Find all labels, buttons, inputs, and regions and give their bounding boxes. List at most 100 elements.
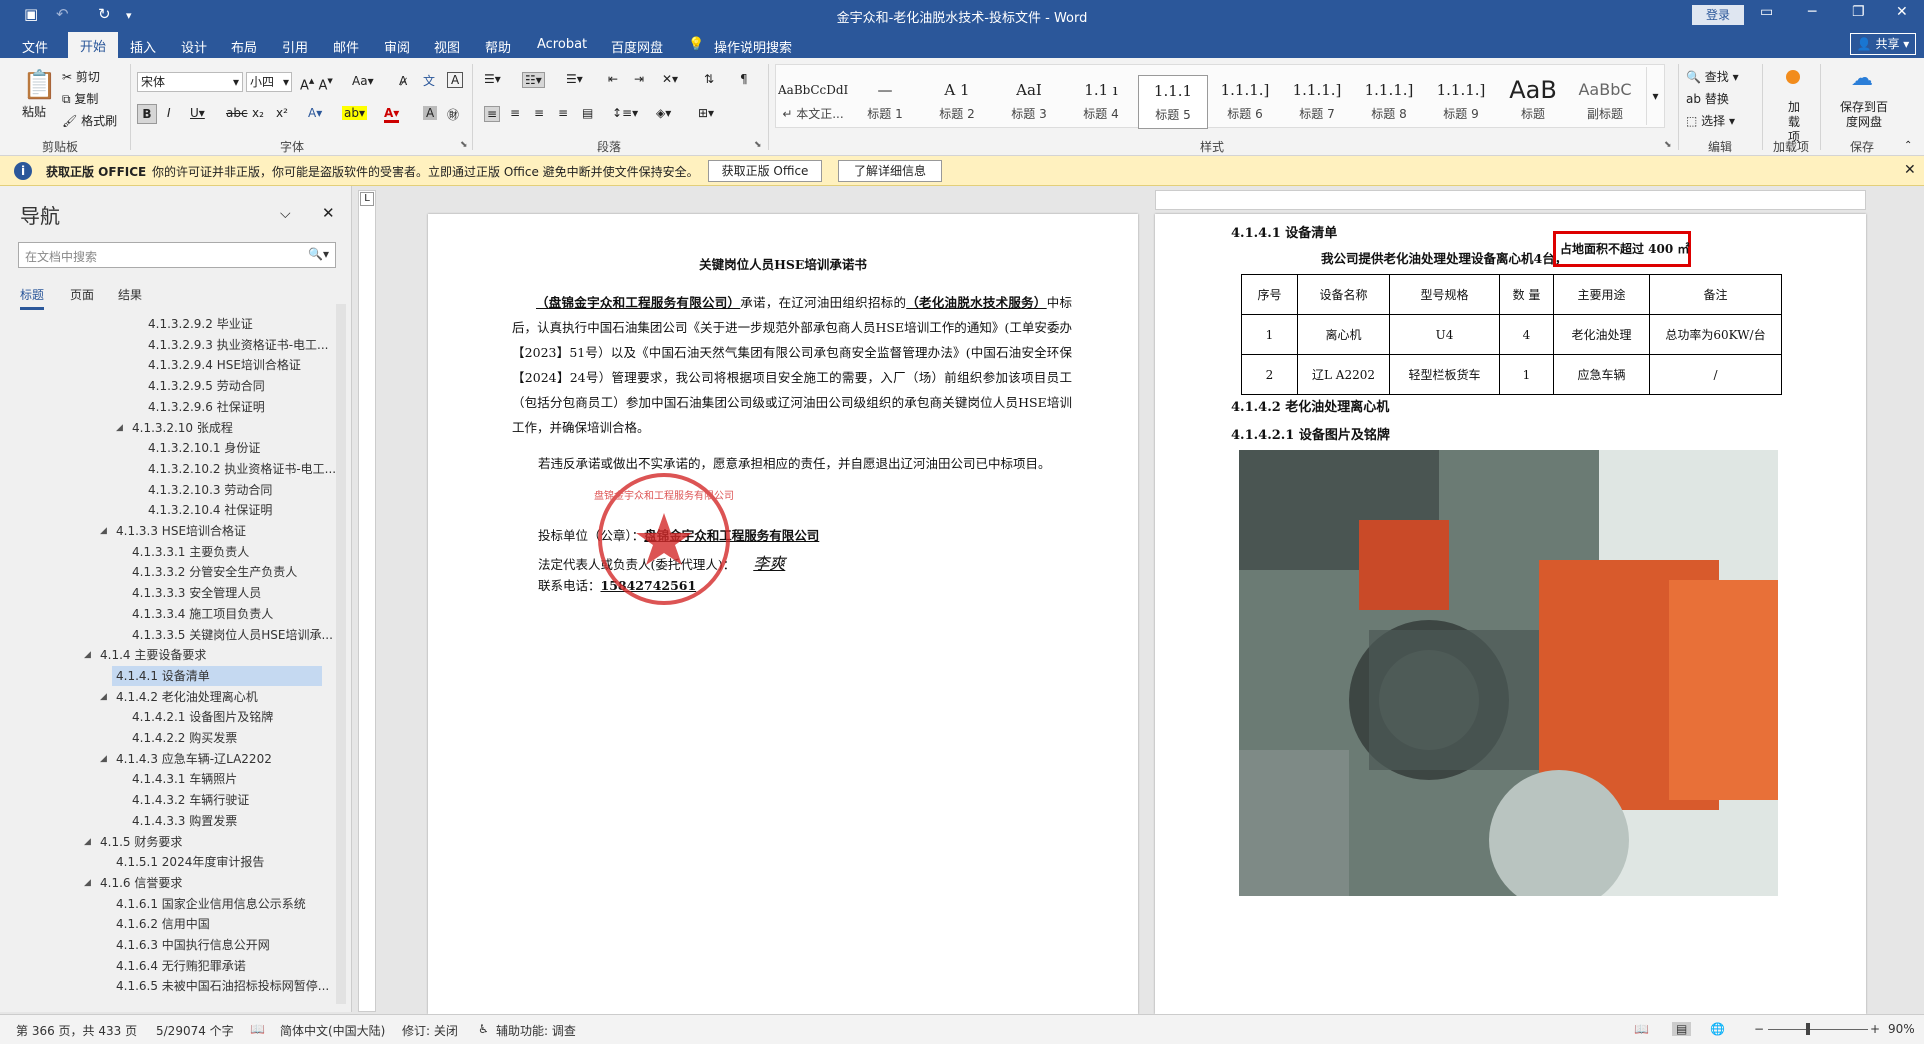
find-button[interactable]: 🔍 查找 ▾ (1686, 68, 1739, 85)
sort-icon[interactable]: ⇅ (704, 72, 714, 86)
language[interactable]: 简体中文(中国大陆) (280, 1022, 385, 1039)
nav-heading-item[interactable]: 4.1.3.3.3 安全管理人员 (132, 583, 261, 603)
nav-heading-item[interactable]: 4.1.6.4 无行贿犯罪承诺 (116, 956, 246, 976)
font-name-combo[interactable]: 宋体 ▾ (137, 72, 243, 92)
dialog-launcher-icon[interactable]: ⬊ (460, 140, 468, 150)
style-title[interactable]: AaB 标题 (1498, 75, 1568, 129)
tab-selector[interactable]: L (360, 192, 374, 206)
nav-scrollbar[interactable] (336, 304, 346, 1004)
collapse-triangle-icon[interactable]: ◢ (84, 873, 91, 893)
nav-heading-item[interactable]: ◢ 4.1.3.3 HSE培训合格证 (100, 521, 246, 541)
tab-layout[interactable]: 布局 (231, 37, 257, 56)
strikethrough-button[interactable]: abc (226, 106, 248, 120)
nav-heading-item[interactable]: 4.1.4.2.2 购买发票 (132, 728, 237, 748)
zoom-level[interactable]: 90% (1888, 1022, 1915, 1036)
phonetic-icon[interactable]: 文 (423, 72, 435, 89)
nav-heading-item[interactable]: 4.1.3.2.9.4 HSE培训合格证 (148, 355, 301, 375)
decrease-indent-icon[interactable]: ⇤ (608, 72, 618, 86)
word-count[interactable]: 5/29074 个字 (156, 1022, 234, 1039)
style-heading-1[interactable]: — 标题 1 (850, 75, 920, 129)
zoom-slider-thumb[interactable] (1806, 1023, 1810, 1035)
share-button[interactable]: 👤 共享 ▾ (1850, 33, 1916, 55)
subscript-button[interactable]: x₂ (252, 106, 264, 120)
nav-heading-item[interactable]: 4.1.6.2 信用中国 (116, 914, 210, 934)
tab-design[interactable]: 设计 (181, 37, 207, 56)
nav-heading-item[interactable]: 4.1.3.2.10.3 劳动合同 (148, 480, 272, 500)
format-painter-button[interactable]: 🖌 格式刷 (62, 112, 117, 129)
nav-heading-item[interactable]: 4.1.3.2.9.3 执业资格证书-电工... (148, 335, 328, 355)
close-icon[interactable]: ✕ (1904, 162, 1916, 178)
nav-heading-item[interactable]: ◢ 4.1.5 财务要求 (84, 832, 182, 852)
align-left-icon[interactable]: ≡ (484, 106, 501, 122)
copy-button[interactable]: ⧉ 复制 (62, 90, 98, 107)
web-layout-icon[interactable]: 🌐 (1710, 1022, 1725, 1036)
page-count[interactable]: 第 366 页，共 433 页 (16, 1022, 137, 1039)
increase-indent-icon[interactable]: ⇥ (634, 72, 644, 86)
tell-me-search[interactable]: 操作说明搜索 (714, 37, 792, 56)
nav-heading-item[interactable]: 4.1.3.2.9.5 劳动合同 (148, 376, 265, 396)
proofing-icon[interactable]: 📖 (250, 1022, 265, 1036)
nav-heading-item[interactable]: 4.1.3.3.4 施工项目负责人 (132, 604, 273, 624)
collapse-ribbon-icon[interactable]: ⌃ (1904, 140, 1912, 151)
zoom-slider[interactable] (1768, 1029, 1868, 1030)
style-heading-8[interactable]: 1.1.1.] 标题 8 (1354, 75, 1424, 129)
nav-tab-pages[interactable]: 页面 (70, 286, 94, 303)
baidu-cloud-icon[interactable]: ☁ (1851, 66, 1873, 91)
font-color-icon[interactable]: A▾ (384, 106, 400, 123)
tab-acrobat[interactable]: Acrobat (537, 37, 587, 52)
borders-icon[interactable]: ⊞▾ (698, 106, 714, 120)
nav-heading-item[interactable]: 4.1.3.2.9.2 毕业证 (148, 314, 253, 334)
align-center-icon[interactable]: ≡ (510, 106, 520, 120)
nav-search-input[interactable]: 在文档中搜索 🔍▾ (18, 242, 336, 268)
chevron-down-icon[interactable]: ⌵ (280, 206, 291, 222)
bullets-icon[interactable]: ☰▾ (484, 72, 501, 86)
close-window-icon[interactable]: ✕ (1896, 4, 1908, 20)
style-heading-3[interactable]: AaI 标题 3 (994, 75, 1064, 129)
paste-button[interactable]: 粘贴 (22, 103, 46, 120)
underline-button[interactable]: U▾ (190, 106, 205, 120)
close-icon[interactable]: ✕ (322, 204, 335, 222)
change-case-icon[interactable]: Aa▾ (352, 74, 374, 88)
nav-heading-item[interactable]: 4.1.3.3.5 关键岗位人员HSE培训承... (132, 625, 333, 645)
track-changes[interactable]: 修订: 关闭 (402, 1022, 458, 1039)
style-subtitle[interactable]: AaBbC 副标题 (1570, 75, 1640, 129)
nav-heading-item[interactable]: 4.1.3.2.10.2 执业资格证书-电工... (148, 459, 336, 479)
style-heading-2[interactable]: A 1 标题 2 (922, 75, 992, 129)
replace-button[interactable]: ab 替换 (1686, 90, 1729, 107)
tab-file[interactable]: 文件 (22, 37, 48, 56)
tab-insert[interactable]: 插入 (130, 37, 156, 56)
nav-heading-item[interactable]: 4.1.5.1 2024年度审计报告 (116, 852, 264, 872)
superscript-button[interactable]: x² (276, 106, 288, 120)
get-genuine-button[interactable]: 获取正版 Office (708, 160, 822, 182)
style-heading-5[interactable]: 1.1.1 标题 5 (1138, 75, 1208, 129)
line-spacing-icon[interactable]: ↕≡▾ (612, 106, 638, 120)
font-grow-shrink-icons[interactable]: A▴ A▾ (300, 74, 333, 93)
justify-icon[interactable]: ≡ (558, 106, 568, 120)
char-shading-icon[interactable]: A (423, 106, 438, 120)
tab-baidu[interactable]: 百度网盘 (611, 37, 663, 56)
read-mode-icon[interactable]: 📖 (1634, 1022, 1649, 1036)
login-button[interactable]: 登录 (1692, 5, 1744, 25)
select-button[interactable]: ⬚ 选择 ▾ (1686, 112, 1735, 129)
search-icon[interactable]: 🔍▾ (308, 247, 329, 261)
tab-home[interactable]: 开始 (68, 32, 119, 58)
nav-heading-item[interactable]: 4.1.6.1 国家企业信用信息公示系统 (116, 894, 306, 914)
minimize-icon[interactable]: ─ (1808, 4, 1816, 20)
collapse-triangle-icon[interactable]: ◢ (100, 687, 107, 707)
nav-heading-item[interactable]: 4.1.3.2.9.6 社保证明 (148, 397, 265, 417)
style-heading-6[interactable]: 1.1.1.] 标题 6 (1210, 75, 1280, 129)
shading-icon[interactable]: ◈▾ (656, 106, 671, 120)
print-layout-icon[interactable]: ▤ (1672, 1022, 1692, 1036)
bold-button[interactable]: B (137, 104, 157, 124)
distributed-icon[interactable]: ▤ (582, 106, 593, 120)
style-heading-7[interactable]: 1.1.1.] 标题 7 (1282, 75, 1352, 129)
nav-heading-item[interactable]: 4.1.4.3.2 车辆行驶证 (132, 790, 249, 810)
nav-heading-item[interactable]: ◢ 4.1.4 主要设备要求 (84, 645, 206, 665)
collapse-triangle-icon[interactable]: ◢ (116, 418, 123, 438)
style-normal[interactable]: AaBbCcDdI ↵ 本文正... (778, 75, 848, 129)
addin-icon[interactable] (1786, 70, 1800, 84)
collapse-triangle-icon[interactable]: ◢ (100, 521, 107, 541)
style-heading-4[interactable]: 1.1 ı 标题 4 (1066, 75, 1136, 129)
tab-view[interactable]: 视图 (434, 37, 460, 56)
align-right-icon[interactable]: ≡ (534, 106, 544, 120)
